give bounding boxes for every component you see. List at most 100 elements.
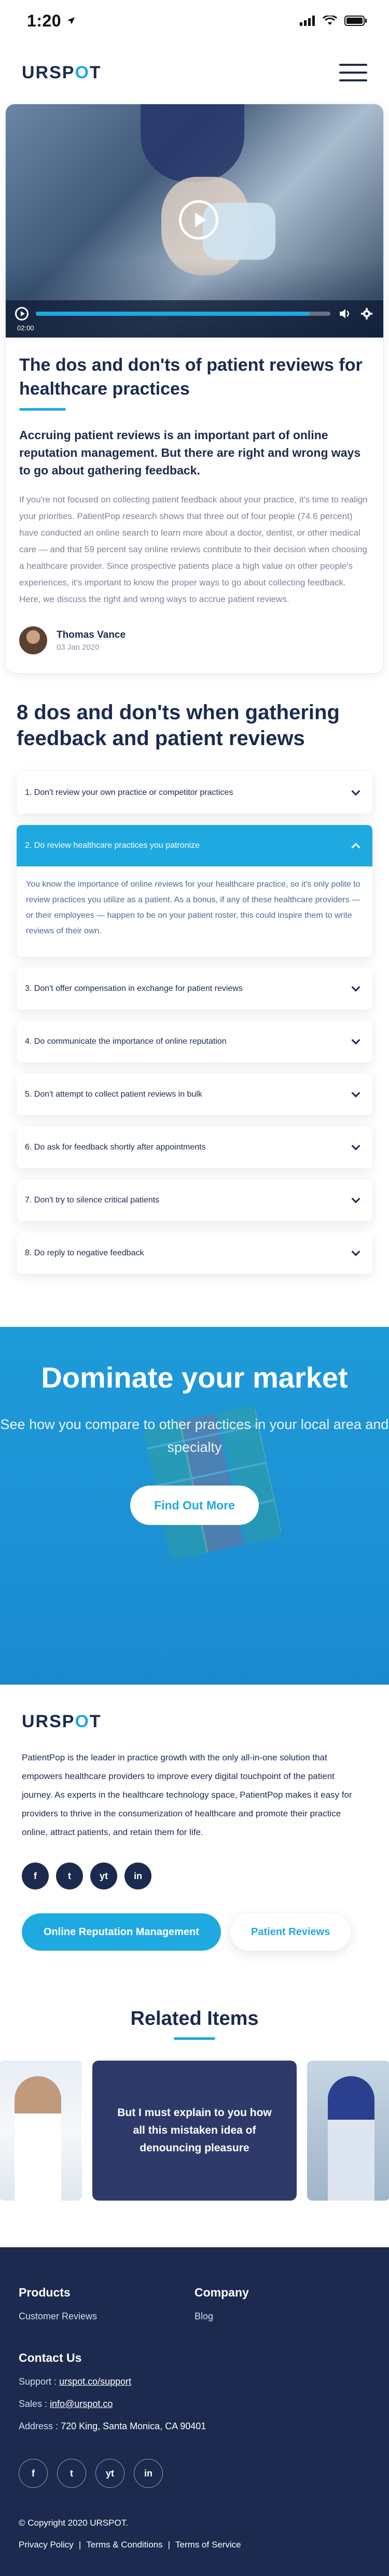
footer-products-heading: Products	[19, 2286, 71, 2299]
location-arrow-icon	[67, 17, 75, 24]
tag-patient-reviews[interactable]: Patient Reviews	[230, 1913, 351, 1951]
dos-section: 8 dos and don'ts when gathering feedback…	[0, 674, 389, 1327]
accordion-header[interactable]: 8. Do reply to negative feedback	[17, 1233, 372, 1274]
cta-banner: Dominate your market See how you compare…	[0, 1327, 389, 1685]
author-name: Thomas Vance	[57, 629, 126, 640]
accordion-label: 1. Don't review your own practice or com…	[25, 788, 233, 797]
linkedin-icon[interactable]: in	[134, 2459, 163, 2488]
accordion-label: 7. Don't try to silence critical patient…	[25, 1196, 160, 1205]
footer-link-customer-reviews[interactable]: Customer Reviews	[19, 2311, 195, 2322]
accordion-header[interactable]: 1. Don't review your own practice or com…	[17, 772, 372, 814]
status-icons	[300, 16, 367, 26]
video-player[interactable]: 02:00	[6, 104, 383, 338]
sales-email-link[interactable]: info@urspot.co	[50, 2399, 113, 2409]
support-link[interactable]: urspot.co/support	[59, 2376, 131, 2387]
footer-contact-heading: Contact Us	[19, 2351, 82, 2364]
accordion-item[interactable]: 8. Do reply to negative feedback	[17, 1233, 372, 1274]
about-logo-text: URSPOT	[22, 1712, 102, 1731]
linkedin-icon[interactable]: in	[124, 1863, 151, 1889]
accordion-item[interactable]: 7. Don't try to silence critical patient…	[17, 1180, 372, 1221]
accordion-item[interactable]: 6. Do ask for feedback shortly after app…	[17, 1127, 372, 1168]
accordion-header[interactable]: 3. Don't offer compensation in exchange …	[17, 968, 372, 1010]
twitter-icon[interactable]: t	[56, 1863, 83, 1889]
related-underline	[174, 2037, 215, 2040]
accordion-item[interactable]: 5. Don't attempt to collect patient revi…	[17, 1074, 372, 1115]
play-icon[interactable]	[179, 200, 218, 240]
related-card-right[interactable]	[307, 2061, 389, 2201]
volume-icon[interactable]	[338, 306, 352, 321]
logo-text: URSPOT	[22, 62, 102, 82]
chevron-down-icon	[351, 1194, 360, 1203]
video-progress-bar[interactable]	[36, 312, 330, 316]
accordion-item[interactable]: 4. Do communicate the importance of onli…	[17, 1021, 372, 1062]
accordion-header[interactable]: 2. Do review healthcare practices you pa…	[17, 825, 372, 866]
accordion-label: 6. Do ask for feedback shortly after app…	[25, 1143, 206, 1152]
accordion-header[interactable]: 4. Do communicate the importance of onli…	[17, 1021, 372, 1062]
footer-address-line: Address : 720 King, Santa Monica, CA 904…	[19, 2421, 370, 2432]
about-logo[interactable]: URSPOT	[22, 1712, 367, 1732]
tag-online-reputation-management[interactable]: Online Reputation Management	[22, 1913, 221, 1951]
accordion-header[interactable]: 5. Don't attempt to collect patient revi…	[17, 1074, 372, 1115]
tag-list: Online Reputation Management Patient Rev…	[22, 1913, 367, 1951]
twitter-icon[interactable]: t	[57, 2459, 86, 2488]
chevron-down-icon	[351, 1141, 360, 1151]
related-title: Related Items	[130, 2008, 259, 2029]
footer-link-blog[interactable]: Blog	[195, 2311, 370, 2322]
related-section: Related Items But I must explain to you …	[0, 1971, 389, 2221]
cta-subtitle: See how you compare to other practices i…	[0, 1417, 389, 1455]
accordion-item[interactable]: 3. Don't offer compensation in exchange …	[17, 968, 372, 1010]
accordion-item[interactable]: 1. Don't review your own practice or com…	[17, 772, 372, 814]
related-card-center[interactable]: But I must explain to you how all this m…	[92, 2061, 297, 2201]
facebook-icon[interactable]: f	[22, 1863, 49, 1889]
footer-sales-line: Sales : info@urspot.co	[19, 2399, 370, 2410]
accordion-label: 4. Do communicate the importance of onli…	[25, 1037, 227, 1046]
footer-social-row: f t yt in	[19, 2459, 370, 2488]
accordion-header[interactable]: 7. Don't try to silence critical patient…	[17, 1180, 372, 1221]
accordion-body: You know the importance of online review…	[26, 880, 360, 935]
legal-links: Privacy Policy | Terms & Conditions | Te…	[19, 2540, 370, 2550]
support-label: Support :	[19, 2376, 57, 2387]
signal-icon	[300, 16, 315, 26]
hamburger-menu-icon[interactable]	[339, 64, 367, 81]
title-underline	[19, 408, 66, 411]
accordion-item[interactable]: 2. Do review healthcare practices you pa…	[17, 825, 372, 957]
separator: |	[168, 2540, 171, 2550]
accordion-label: 5. Don't attempt to collect patient revi…	[25, 1090, 202, 1099]
facebook-icon[interactable]: f	[19, 2459, 48, 2488]
video-time: 02:00	[17, 324, 34, 332]
accordion-header[interactable]: 6. Do ask for feedback shortly after app…	[17, 1127, 372, 1168]
related-carousel: But I must explain to you how all this m…	[0, 2061, 389, 2201]
accordion-label: 8. Do reply to negative feedback	[25, 1249, 144, 1257]
about-social-row: f t yt in	[22, 1863, 367, 1889]
chevron-up-icon	[351, 843, 360, 852]
youtube-icon[interactable]: yt	[95, 2459, 124, 2488]
status-left: 1:20	[27, 11, 76, 31]
accordion-label: 2. Do review healthcare practices you pa…	[25, 841, 200, 850]
copyright: © Copyright 2020 URSPOT.	[19, 2518, 128, 2528]
chevron-down-icon	[351, 1088, 360, 1098]
terms-of-service-link[interactable]: Terms of Service	[175, 2540, 241, 2550]
accordion-label: 3. Don't offer compensation in exchange …	[25, 984, 243, 993]
sales-label: Sales :	[19, 2399, 48, 2409]
youtube-icon[interactable]: yt	[90, 1863, 117, 1889]
author-date: 03 Jan 2020	[57, 642, 100, 652]
control-play-icon[interactable]	[15, 307, 29, 320]
battery-icon	[344, 16, 367, 26]
article-lead: Accruing patient reviews is an important…	[19, 428, 361, 477]
find-out-more-button[interactable]: Find Out More	[130, 1486, 259, 1525]
about-section: URSPOT PatientPop is the leader in pract…	[0, 1685, 389, 1971]
related-card-left[interactable]	[0, 2061, 82, 2201]
settings-gear-icon[interactable]	[359, 306, 374, 321]
article-title: The dos and don'ts of patient reviews fo…	[19, 355, 363, 399]
footer-products-col: Products Customer Reviews	[19, 2286, 195, 2322]
wifi-icon	[323, 16, 337, 25]
chevron-down-icon	[351, 983, 360, 992]
privacy-policy-link[interactable]: Privacy Policy	[19, 2540, 74, 2550]
address-label: Address :	[19, 2421, 59, 2431]
terms-conditions-link[interactable]: Terms & Conditions	[86, 2540, 162, 2550]
footer-support-line: Support : urspot.co/support	[19, 2376, 370, 2387]
separator: |	[78, 2540, 81, 2550]
logo[interactable]: URSPOT	[22, 63, 102, 83]
chevron-down-icon	[351, 1247, 360, 1256]
footer-company-col: Company Blog	[195, 2286, 370, 2322]
